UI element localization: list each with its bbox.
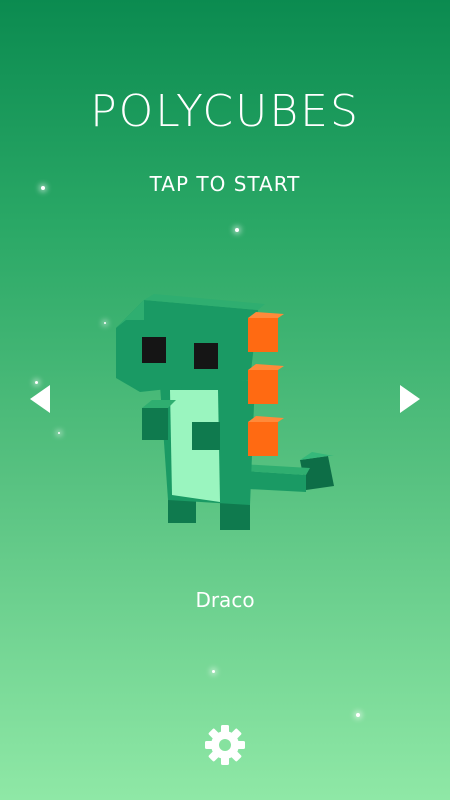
previous-character-button[interactable]: [30, 385, 50, 413]
sparkle: [41, 186, 45, 190]
dino-right-arm: [192, 422, 220, 450]
sparkle: [212, 670, 215, 673]
sparkle: [356, 713, 360, 717]
dino-spikes: [248, 312, 284, 456]
character-name: Draco: [195, 588, 255, 612]
sparkle: [58, 432, 60, 434]
sparkle: [35, 381, 38, 384]
next-character-button[interactable]: [400, 385, 420, 413]
character-model[interactable]: [100, 290, 350, 540]
gear-icon[interactable]: [203, 723, 247, 767]
tap-to-start-prompt[interactable]: TAP TO START: [0, 172, 450, 196]
dino-right-foot: [220, 502, 250, 530]
dino-left-arm: [142, 408, 168, 440]
dino-right-eye: [194, 343, 218, 369]
sparkle: [235, 228, 239, 232]
game-title: POLYCUBES: [90, 86, 360, 137]
dino-left-eye: [142, 337, 166, 363]
